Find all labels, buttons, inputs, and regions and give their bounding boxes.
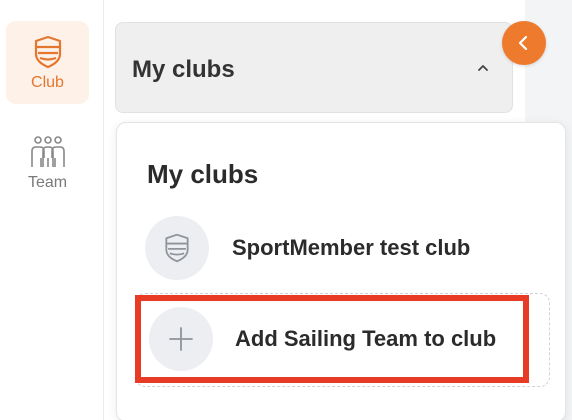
rail-item-label: Club [31,73,64,91]
club-selector-label: My clubs [132,56,235,83]
team-icon [30,135,65,167]
club-list-item[interactable]: SportMember test club [145,215,525,281]
club-name: SportMember test club [232,235,471,260]
add-avatar [149,307,213,371]
chevron-left-icon [518,35,528,51]
clubs-dropdown: My clubs SportMember test club Add Saili… [116,122,566,420]
rail-item-team[interactable]: Team [6,121,89,204]
dropdown-title: My clubs [147,159,259,189]
club-selector[interactable]: My clubs [115,22,513,113]
collapse-sidebar-button[interactable] [502,21,546,65]
chevron-up-icon [478,65,488,71]
rail-item-club[interactable]: Club [6,21,89,104]
club-avatar [145,216,209,280]
rail-item-label: Team [27,173,68,191]
shield-icon [165,233,189,263]
plus-icon [169,327,193,351]
shield-icon [34,35,61,68]
add-team-label: Add Sailing Team to club [235,326,497,351]
left-rail: Club Team [0,0,104,420]
add-team-to-club-button[interactable]: Add Sailing Team to club [135,295,529,383]
